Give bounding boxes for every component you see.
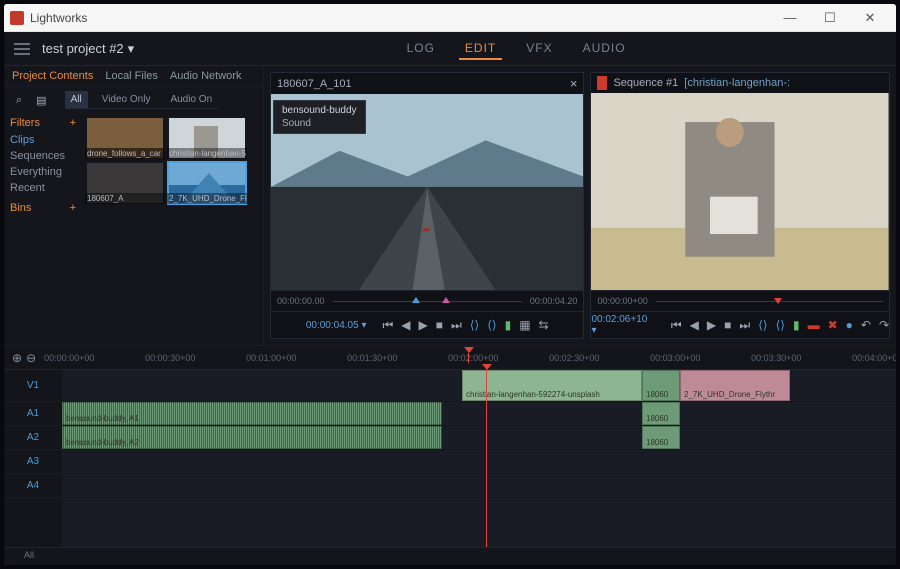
overwrite-icon[interactable]: ▦ [519,318,530,332]
mode-edit[interactable]: EDIT [459,38,502,60]
clip-caption: drone_follows_a_car [85,148,165,159]
search-icon[interactable]: ⌕ [12,92,26,109]
replace-icon[interactable]: ⇆ [539,318,549,332]
sidebar-clips[interactable]: Clips [10,132,76,148]
clip-thumb[interactable]: 180607_A [85,161,165,204]
track-a4[interactable]: A4 [4,474,62,498]
timeline-tracks[interactable]: christian-langenhan-592274-unsplash 1806… [62,370,896,547]
play-back-icon[interactable]: ◀ [690,318,699,332]
app-logo [10,11,24,25]
tc-in: 00:00:00+00 [597,296,647,306]
redo-icon[interactable]: ↷ [879,318,889,332]
project-dropdown[interactable]: test project #2 ▾ [42,41,134,57]
clip-thumb[interactable]: christian-langenhan-5 [167,116,247,159]
mode-audio[interactable]: AUDIO [577,38,632,60]
play-back-icon[interactable]: ◀ [401,318,410,332]
zoom-out-icon[interactable]: ⊖ [26,351,36,365]
clip-caption: 180607_A [85,193,165,204]
clip-tooltip: bensound-buddy Sound [273,100,366,134]
delete-icon[interactable]: ✖ [828,318,838,332]
tooltip-type: Sound [282,118,357,129]
zoom-in-icon[interactable]: ⊕ [12,351,22,365]
clip-caption: 2_7K_UHD_Drone_Fly [167,193,247,204]
menu-icon[interactable] [14,43,30,55]
sidebar-recent[interactable]: Recent [10,180,76,196]
source-viewer: 180607_A_101 × [270,72,584,339]
tab-local-files[interactable]: Local Files [105,70,158,82]
record-marker-icon [597,76,607,90]
window-minimize[interactable]: — [770,4,810,32]
sidebar-sequences[interactable]: Sequences [10,148,76,164]
play-icon[interactable]: ▶ [419,318,428,332]
timeline-ruler[interactable]: 00:00:00+00 00:00:30+00 00:01:00+00 00:0… [44,353,896,363]
sidebar-bins-header[interactable]: Bins + [10,202,76,214]
window-close[interactable]: ✕ [850,4,890,32]
track-a1[interactable]: A1 [4,402,62,426]
track-all[interactable]: All [4,547,896,565]
tc-current: 00:00:04.05 ▾ [306,320,367,331]
audio-clip[interactable]: bensound-buddy, A1 [62,402,442,425]
clip-caption: christian-langenhan-5 [167,148,247,159]
window-maximize[interactable]: ☐ [810,4,850,32]
audio-clip[interactable]: 18060 [642,426,680,449]
stop-icon[interactable]: ■ [724,318,731,332]
record-viewer: Sequence #1 [christian-langenhan-: [590,72,890,339]
tc-in: 00:00:00.00 [277,296,325,306]
filter-all[interactable]: All [65,91,88,108]
remove-icon[interactable]: ▬ [808,318,820,332]
sequence-sub: [christian-langenhan-: [684,77,790,89]
goto-end-icon[interactable]: ⏭ [451,318,462,333]
playhead[interactable] [468,353,469,363]
mic-icon[interactable]: ● [846,318,853,332]
mode-vfx[interactable]: VFX [520,38,558,60]
chevron-down-icon: ▾ [128,41,135,57]
clip-thumb[interactable]: drone_follows_a_car [85,116,165,159]
playhead-line[interactable] [486,370,487,547]
clip[interactable]: 18060 [642,370,680,401]
list-view-icon[interactable]: ▤ [32,92,50,109]
project-name: test project #2 [42,41,124,56]
track-v1[interactable]: V1 [4,370,62,402]
tooltip-name: bensound-buddy [282,105,357,116]
window-title: Lightworks [30,11,87,25]
tab-project-contents[interactable]: Project Contents [12,70,93,82]
source-video[interactable]: bensound-buddy Sound [271,94,583,290]
goto-start-icon[interactable]: ⏮ [382,318,393,333]
clip-thumb-selected[interactable]: 2_7K_UHD_Drone_Fly [167,161,247,204]
clip[interactable]: christian-langenhan-592274-unsplash [462,370,642,401]
insert-icon[interactable]: ▮ [505,318,512,332]
mark-out-icon[interactable]: ⟨⟩ [487,318,496,332]
close-source-icon[interactable]: × [570,76,578,91]
goto-start-icon[interactable]: ⏮ [671,318,682,333]
tab-audio-network[interactable]: Audio Network [170,70,242,82]
tc-current: 00:02:06+10 ▾ [591,314,654,336]
sidebar-filters-header[interactable]: Filters + [10,117,76,129]
goto-end-icon[interactable]: ⏭ [739,318,750,333]
tc-out: 00:00:04.20 [530,296,578,306]
source-scrub[interactable] [333,297,522,305]
cue-icon[interactable]: ▮ [793,318,800,332]
audio-clip[interactable]: bensound-buddy, A2 [62,426,442,449]
mark-out-icon[interactable]: ⟨⟩ [776,318,785,332]
audio-clip[interactable]: 18060 [642,402,680,425]
track-a2[interactable]: A2 [4,426,62,450]
record-scrub[interactable] [656,297,883,305]
add-bin-icon[interactable]: + [70,202,76,214]
sequence-name: Sequence #1 [613,77,678,89]
track-a3[interactable]: A3 [4,450,62,474]
mode-log[interactable]: LOG [401,38,441,60]
filter-video-only[interactable]: Video Only [96,91,157,108]
undo-icon[interactable]: ↶ [861,318,871,332]
play-icon[interactable]: ▶ [707,318,716,332]
source-clip-name: 180607_A_101 [277,78,352,90]
filter-audio-only[interactable]: Audio On [164,91,218,108]
mark-in-icon[interactable]: ⟨⟩ [470,318,479,332]
add-filter-icon[interactable]: + [70,117,76,129]
clip[interactable]: 2_7K_UHD_Drone_Flythr [680,370,790,401]
sidebar-everything[interactable]: Everything [10,164,76,180]
window-titlebar: Lightworks — ☐ ✕ [4,4,896,32]
stop-icon[interactable]: ■ [436,318,443,332]
mark-in-icon[interactable]: ⟨⟩ [758,318,767,332]
record-video[interactable] [591,93,889,290]
